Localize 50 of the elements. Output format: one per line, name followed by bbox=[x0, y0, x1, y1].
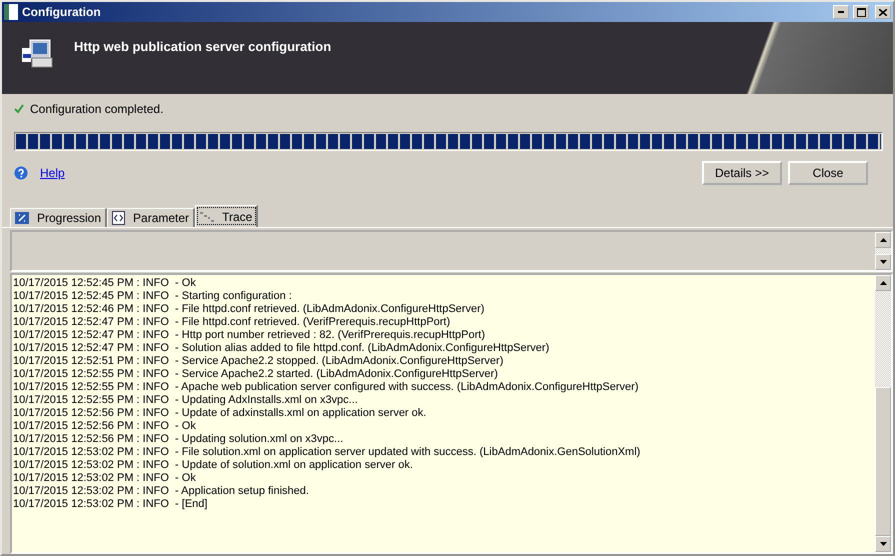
window-title: Configuration bbox=[22, 5, 102, 19]
code-icon bbox=[112, 211, 126, 225]
log-line: 10/17/2015 12:52:55 PM : INFO - Updating AdxInstalls.xml on x3vpc... bbox=[13, 394, 359, 407]
log-line: 10/17/2015 12:52:45 PM : INFO - Starting configuration : bbox=[13, 290, 293, 303]
tab[interactable]: Progression bbox=[10, 208, 108, 227]
minimize-icon bbox=[838, 11, 844, 13]
log-line: 10/17/2015 12:52:56 PM : INFO - Updating solution.xml on x3vpc... bbox=[13, 433, 344, 446]
minimize-button[interactable] bbox=[833, 5, 849, 19]
header-title: Http web publication server configuration bbox=[74, 39, 332, 54]
scroll-up-button[interactable] bbox=[875, 275, 891, 291]
log-line: 10/17/2015 12:52:55 PM : INFO - Apache web publication server configured with success. (LibAdmAdonix.ConfigureHttpServer) bbox=[13, 381, 640, 394]
log-line: 10/17/2015 12:52:45 PM : INFO - Ok bbox=[13, 277, 197, 290]
log-line: 10/17/2015 12:52:46 PM : INFO - File httpd.conf retrieved. (LibAdmAdonix.ConfigureHttpServer) bbox=[13, 303, 486, 316]
log-line: 10/17/2015 12:53:02 PM : INFO - Ok bbox=[13, 472, 197, 485]
log-line: 10/17/2015 12:52:47 PM : INFO - File httpd.conf retrieved. (VerifPrerequis.recupHttpPort) bbox=[13, 316, 452, 329]
dots-icon bbox=[200, 212, 214, 222]
log-line: 10/17/2015 12:52:47 PM : INFO - Solution alias added to file httpd.conf. (LibAdmAdonix.ConfigureHttpServer) bbox=[13, 342, 550, 355]
close-icon bbox=[879, 8, 887, 16]
up-arrow-icon bbox=[880, 238, 886, 242]
maximize-button[interactable] bbox=[853, 5, 869, 19]
close-dialog-button[interactable]: Close bbox=[788, 161, 868, 185]
status-message: Configuration completed. bbox=[30, 102, 164, 116]
check-icon bbox=[14, 104, 24, 114]
log-line: 10/17/2015 12:52:56 PM : INFO - Ok bbox=[13, 420, 197, 433]
scroll-down-button[interactable] bbox=[875, 254, 891, 270]
log-line: 10/17/2015 12:52:51 PM : INFO - Service Apache2.2 stopped. (LibAdmAdonix.ConfigureHttpServer) bbox=[13, 355, 504, 368]
window-icon bbox=[4, 4, 18, 20]
scroll-down-button[interactable] bbox=[875, 536, 891, 552]
log-line: 10/17/2015 12:52:55 PM : INFO - Service Apache2.2 started. (LibAdmAdonix.ConfigureHttpServer) bbox=[13, 368, 499, 381]
log-line: 10/17/2015 12:53:02 PM : INFO - [End] bbox=[13, 498, 208, 511]
scrollbar[interactable] bbox=[875, 232, 891, 270]
maximize-icon bbox=[856, 8, 866, 16]
log-line: 10/17/2015 12:52:56 PM : INFO - Update of adxinstalls.xml on application server ok. bbox=[13, 407, 428, 420]
scroll-thumb[interactable] bbox=[875, 387, 891, 536]
log-line: 10/17/2015 12:53:02 PM : INFO - Application setup finished. bbox=[13, 485, 310, 498]
percent-icon bbox=[15, 212, 29, 224]
up-arrow-icon bbox=[880, 281, 886, 285]
tab[interactable]: Trace bbox=[195, 205, 258, 227]
log-line: 10/17/2015 12:53:02 PM : INFO - Update of solution.xml on application server ok. bbox=[13, 459, 414, 472]
scroll-up-button[interactable] bbox=[875, 232, 891, 248]
tab[interactable]: Parameter bbox=[107, 208, 196, 227]
help-icon bbox=[14, 166, 28, 180]
log-line: 10/17/2015 12:52:47 PM : INFO - Http port number retrieved : 82. (VerifPrerequis.recupHttpPort) bbox=[13, 329, 486, 342]
down-arrow-icon bbox=[880, 542, 886, 546]
details-button[interactable]: Details >> bbox=[702, 161, 782, 185]
down-arrow-icon bbox=[880, 260, 886, 264]
log-line: 10/17/2015 12:53:02 PM : INFO - File solution.xml on application server updated with success. (LibAdmAdonix.GenSolutionXml) bbox=[13, 446, 642, 459]
scrollbar[interactable] bbox=[875, 275, 891, 552]
help-link[interactable]: Help bbox=[40, 166, 65, 180]
close-button[interactable] bbox=[875, 5, 891, 19]
